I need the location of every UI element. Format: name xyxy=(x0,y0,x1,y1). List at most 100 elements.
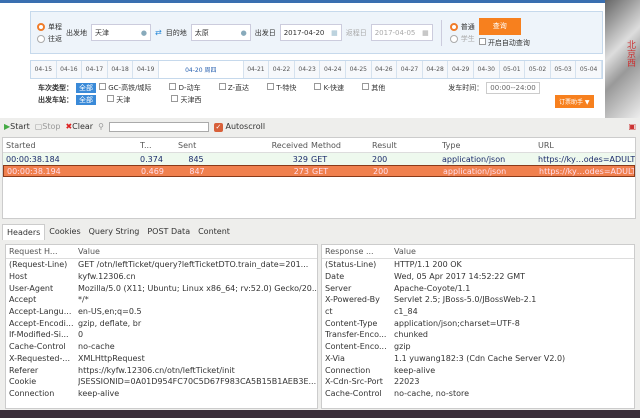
search-form: 单程 往返 出发地 天津 ● ⇄ 目的地 太原 ● 出发日 2017-04-20 ▦ … xyxy=(30,11,603,54)
query-button[interactable]: 查询 xyxy=(478,17,521,35)
cell: 273 xyxy=(293,166,309,176)
date-tab[interactable]: 05-01 xyxy=(500,61,526,78)
tab-cookies[interactable]: Cookies xyxy=(45,224,84,240)
date-tab[interactable]: 04-26 xyxy=(372,61,398,78)
header-row[interactable]: Cache-Control no-cache, no-store xyxy=(322,388,634,400)
date-tab[interactable]: 05-03 xyxy=(551,61,577,78)
all-tag[interactable]: 全部 xyxy=(76,83,96,93)
station-tianjinxi[interactable]: 天津西 xyxy=(163,95,201,105)
header-name: ct xyxy=(325,307,333,317)
date-tab[interactable]: 04-15 xyxy=(31,61,57,78)
header-row[interactable]: X-Cdn-Src-Port 22023 xyxy=(322,376,634,388)
header-row[interactable]: Cookie JSESSIONID=0A01D954FC70C5D67F983CA… xyxy=(6,376,317,388)
header-row[interactable]: X-Requested-... XMLHttpRequest xyxy=(6,353,317,365)
date-tab[interactable]: 04-17 xyxy=(82,61,108,78)
tab-content[interactable]: Content xyxy=(194,224,234,240)
header-row[interactable]: Content-Type application/json;charset=UTF… xyxy=(322,317,634,329)
date-tab[interactable]: 04-22 xyxy=(269,61,295,78)
radio-roundtrip[interactable]: 往返 xyxy=(37,34,62,44)
return-date-input[interactable]: 2017-04-05 ▦ xyxy=(370,24,433,41)
header-name: (Request-Line) xyxy=(9,260,68,270)
date-tab[interactable]: 04-27 xyxy=(397,61,423,78)
header-row[interactable]: X-Powered-By Servlet 2.5; JBoss-5.0/JBoss… xyxy=(322,294,634,306)
column-header[interactable]: Method xyxy=(308,141,372,150)
start-button[interactable]: ▶Start xyxy=(4,122,30,131)
tab-post-data[interactable]: POST Data xyxy=(143,224,194,240)
date-tab[interactable]: 04-25 xyxy=(346,61,372,78)
request-row[interactable]: 00:00:38.184 0.374 845 329 GET 200 application… xyxy=(3,153,635,165)
header-row[interactable]: Accept-Langu... en-US,en;q=0.5 xyxy=(6,306,317,318)
train-type-option[interactable]: D-动车 xyxy=(169,83,201,93)
order-helper-button[interactable]: 订票助手 ▼ xyxy=(555,95,594,108)
header-row[interactable]: Connection keep-alive xyxy=(322,364,634,376)
date-tab[interactable]: 04-21 xyxy=(244,61,270,78)
column-header[interactable]: Value xyxy=(78,247,317,256)
train-type-option[interactable]: K-快速 xyxy=(314,83,344,93)
date-tab[interactable]: 04-19 xyxy=(133,61,159,78)
stop-button[interactable]: ▢Stop xyxy=(35,122,61,131)
column-header[interactable]: T... xyxy=(140,141,172,150)
header-row[interactable]: Transfer-Enco... chunked xyxy=(322,329,634,341)
column-header[interactable]: Type xyxy=(442,141,538,150)
to-input[interactable]: 太原 ● xyxy=(190,24,251,41)
header-row[interactable]: Server Apache-Coyote/1.1 xyxy=(322,282,634,294)
header-row[interactable]: Content-Enco... gzip xyxy=(322,341,634,353)
train-type-option[interactable]: Z-直达 xyxy=(218,83,249,93)
date-tab[interactable]: 04-30 xyxy=(474,61,500,78)
header-row[interactable]: (Status-Line) HTTP/1.1 200 OK xyxy=(322,259,634,271)
filter-input[interactable] xyxy=(108,121,209,132)
header-row[interactable]: Connection keep-alive xyxy=(6,388,317,400)
column-header[interactable]: Sent xyxy=(172,141,214,150)
time-select[interactable]: 00:00--24:00 xyxy=(486,82,540,94)
date-tab[interactable]: 04-16 xyxy=(57,61,83,78)
column-header[interactable]: Value xyxy=(394,247,634,256)
clear-button[interactable]: ✖Clear xyxy=(65,122,93,131)
column-header[interactable]: URL xyxy=(538,141,635,150)
swap-icon[interactable]: ⇄ xyxy=(155,28,162,37)
train-type-option[interactable]: 其他 xyxy=(362,83,385,93)
train-type-option[interactable]: GC-高铁/城际 xyxy=(99,83,151,93)
header-value: HTTP/1.1 200 OK xyxy=(394,260,462,270)
date-tab[interactable]: 05-02 xyxy=(525,61,551,78)
date-tab[interactable]: 04-20 周四 xyxy=(158,61,244,78)
auto-query-checkbox[interactable]: 开启自动查询 xyxy=(478,37,530,48)
column-header[interactable]: Started xyxy=(3,141,140,150)
header-row[interactable]: Accept */* xyxy=(6,294,317,306)
autoscroll-checkbox[interactable]: ✓ Autoscroll xyxy=(213,122,265,132)
cell: GET xyxy=(311,154,328,164)
radio-student[interactable]: 学生 xyxy=(449,34,475,44)
header-row[interactable]: Host kyfw.12306.cn xyxy=(6,271,317,283)
column-header[interactable]: Result xyxy=(372,141,442,150)
tab-query-string[interactable]: Query String xyxy=(85,224,144,240)
radio-adult[interactable]: 普通 xyxy=(449,22,475,32)
column-header[interactable]: Request H... xyxy=(6,247,78,256)
date-tab[interactable]: 04-18 xyxy=(108,61,134,78)
column-header[interactable]: Response ... xyxy=(322,247,394,256)
date-tab[interactable]: 04-24 xyxy=(320,61,346,78)
column-header[interactable]: Received xyxy=(214,141,308,150)
header-row[interactable]: Accept-Encodi... gzip, deflate, br xyxy=(6,317,317,329)
from-input[interactable]: 天津 ● xyxy=(91,24,151,41)
station-tianjin[interactable]: 天津 xyxy=(99,95,130,105)
header-row[interactable]: Cache-Control no-cache xyxy=(6,341,317,353)
header-row[interactable]: If-Modified-Si... 0 xyxy=(6,329,317,341)
date-tab[interactable]: 04-28 xyxy=(423,61,449,78)
header-row[interactable]: User-Agent Mozilla/5.0 (X11; Ubuntu; Linu… xyxy=(6,282,317,294)
date-tab[interactable]: 05-04 xyxy=(576,61,602,78)
train-type-option[interactable]: T-特快 xyxy=(267,83,296,93)
header-value: en-US,en;q=0.5 xyxy=(78,307,142,317)
depart-date-input[interactable]: 2017-04-20 ▦ xyxy=(279,24,342,41)
radio-oneway[interactable]: 单程 xyxy=(37,22,62,32)
header-row[interactable]: X-Via 1.1 yuwang182:3 (Cdn Cache Server V… xyxy=(322,353,634,365)
label: GC-高铁/城际 xyxy=(108,84,152,92)
header-row[interactable]: Referer https://kyfw.12306.cn/otn/leftTic… xyxy=(6,364,317,376)
window-close-icon[interactable]: ▣ xyxy=(628,122,636,131)
header-row[interactable]: ct c1_84 xyxy=(322,306,634,318)
date-tab[interactable]: 04-29 xyxy=(448,61,474,78)
date-tab[interactable]: 04-23 xyxy=(295,61,321,78)
header-row[interactable]: Date Wed, 05 Apr 2017 14:52:22 GMT xyxy=(322,271,634,283)
request-row[interactable]: 00:00:38.194 0.469 847 273 GET 200 application… xyxy=(3,165,635,177)
header-row[interactable]: (Request-Line) GET /otn/leftTicket/query?… xyxy=(6,259,317,271)
all-tag[interactable]: 全部 xyxy=(76,95,96,105)
tab-headers[interactable]: Headers xyxy=(2,224,46,240)
